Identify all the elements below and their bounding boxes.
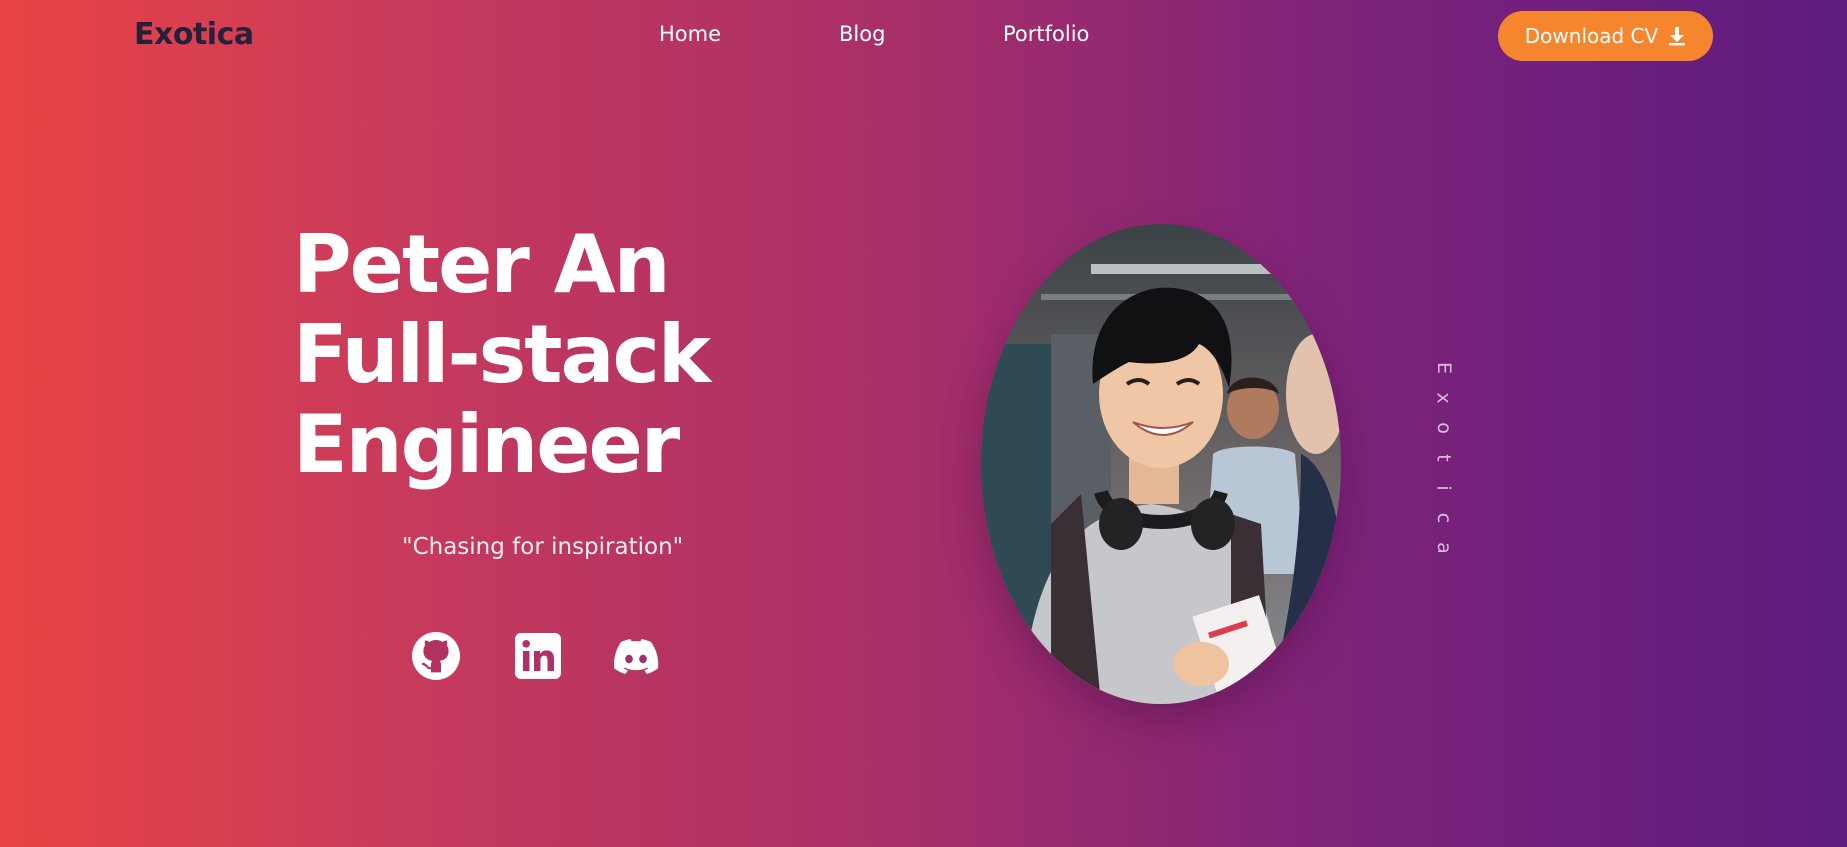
vertical-letter: t [1432, 454, 1455, 462]
download-cv-button[interactable]: Download CV [1498, 11, 1713, 61]
top-navbar: Exotica Home Blog Portfolio Download CV [0, 0, 1847, 72]
profile-photo-image [981, 224, 1341, 704]
vertical-brand-text: E x o t i c a [1432, 356, 1455, 560]
nav-link-portfolio[interactable]: Portfolio [1003, 22, 1089, 46]
brand-logo[interactable]: Exotica [134, 17, 254, 52]
vertical-letter: x [1433, 392, 1455, 404]
vertical-letter: a [1433, 542, 1455, 554]
headline-role-line2: Engineer [293, 398, 680, 491]
download-cv-label: Download CV [1524, 24, 1659, 48]
linkedin-icon [515, 633, 561, 679]
github-icon [412, 632, 460, 680]
hero-headline: Peter An Full-stack Engineer [293, 218, 711, 491]
discord-link[interactable] [610, 630, 662, 682]
profile-photo [981, 224, 1341, 704]
linkedin-link[interactable] [512, 630, 564, 682]
vertical-letter: o [1433, 422, 1455, 434]
vertical-letter: i [1433, 485, 1455, 491]
headline-name: Peter An [293, 218, 671, 311]
discord-icon [614, 639, 659, 674]
vertical-letter: E [1432, 361, 1455, 375]
hero-tagline: "Chasing for inspiration" [402, 534, 684, 560]
headline-role-line1: Full-stack [293, 308, 711, 401]
nav-link-blog[interactable]: Blog [839, 22, 885, 46]
social-links [410, 630, 670, 682]
nav-link-home[interactable]: Home [659, 22, 721, 46]
vertical-letter: c [1432, 512, 1455, 524]
github-link[interactable] [410, 630, 462, 682]
download-icon [1669, 27, 1686, 46]
